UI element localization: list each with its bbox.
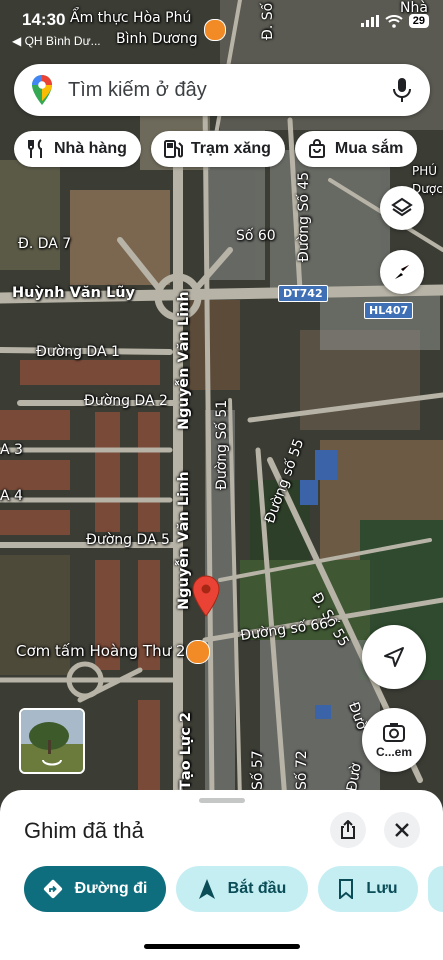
street-label: Nguyễn Văn Linh <box>176 291 192 430</box>
chip-label: Trạm xăng <box>190 140 271 157</box>
street-label: Huỳnh Văn Lũy <box>12 285 135 301</box>
navigation-arrow-icon <box>198 879 215 899</box>
google-maps-logo-icon <box>32 75 52 105</box>
layers-button[interactable] <box>380 186 424 230</box>
save-button[interactable]: Lưu <box>318 866 418 912</box>
close-button[interactable] <box>384 812 420 848</box>
status-time: 14:30 <box>22 10 66 29</box>
directions-button[interactable]: Đường đi <box>24 866 166 912</box>
wifi-icon <box>385 14 403 28</box>
save-label: Lưu <box>366 880 398 897</box>
street-label: Đường DA 1 <box>36 344 120 360</box>
gas-station-icon <box>163 140 183 158</box>
street-view-label: C...em <box>375 745 412 759</box>
signal-icon <box>360 15 379 27</box>
more-actions-peek[interactable] <box>428 866 443 912</box>
chip-restaurants[interactable]: Nhà hàng <box>14 131 141 167</box>
street-label: Đ. Số 6 <box>260 0 276 40</box>
chip-label: Mua sắm <box>334 140 404 157</box>
back-to-app-link[interactable]: ◀ QH Bình Dư... <box>12 34 101 48</box>
street-label: Số 60 <box>236 228 276 244</box>
street-label: Nguyễn Văn Linh <box>176 471 192 610</box>
street-view-photo <box>21 710 83 772</box>
chip-gas-stations[interactable]: Trạm xăng <box>150 131 285 167</box>
directions-icon <box>43 879 62 899</box>
chip-label: Nhà hàng <box>54 140 127 157</box>
street-label: Tạo Lực 2 <box>178 712 194 790</box>
dropped-pin-icon[interactable] <box>191 575 221 617</box>
route-shield: HL407 <box>364 302 414 319</box>
home-indicator[interactable] <box>144 944 300 949</box>
location-arrow-icon <box>384 647 404 667</box>
street-label: Đường DA 5 <box>86 532 170 548</box>
street-label: Đ. DA 7 <box>18 236 72 252</box>
restaurant-pin-icon[interactable] <box>204 19 226 41</box>
street-label: Đường Số 51 <box>214 399 230 490</box>
restaurant-pin-icon[interactable] <box>186 640 210 664</box>
poi-label[interactable]: Cơm tấm Hoàng Thư 2 <box>16 642 185 660</box>
status-icons: 29 <box>360 14 429 28</box>
place-sheet[interactable]: Ghim đã thả Đường đi Bắt đầu Lưu <box>0 790 443 960</box>
search-bar[interactable]: Tìm kiếm ở đây <box>14 64 430 116</box>
street-view-button[interactable]: C...em <box>362 708 426 772</box>
street-label: A 4 <box>0 488 23 504</box>
search-input[interactable]: Tìm kiếm ở đây <box>68 79 392 102</box>
compass-icon <box>395 265 409 279</box>
start-label: Bắt đầu <box>227 880 287 897</box>
camera-icon <box>383 723 405 742</box>
street-label: Số 57 <box>250 750 266 790</box>
poi-label[interactable]: Ẩm thực Hòa Phú <box>70 10 191 26</box>
battery-icon: 29 <box>408 14 429 28</box>
shopping-bag-icon <box>308 139 325 158</box>
street-label: Số 72 <box>294 750 310 790</box>
layers-icon <box>391 197 413 217</box>
street-view-thumbnail[interactable] <box>19 708 85 774</box>
directions-label: Đường đi <box>74 880 148 897</box>
close-icon <box>395 823 409 837</box>
compass-button[interactable] <box>380 250 424 294</box>
share-icon <box>341 820 355 839</box>
category-chips: Nhà hàng Trạm xăng Mua sắm <box>14 131 418 167</box>
street-label: Đường DA 2 <box>84 393 168 409</box>
street-label: Đường Số 45 <box>296 171 312 262</box>
sheet-drag-handle[interactable] <box>199 798 245 803</box>
route-shield: DT742 <box>278 285 328 302</box>
sheet-title: Ghim đã thả <box>24 818 144 843</box>
share-button[interactable] <box>330 812 366 848</box>
street-label: A 3 <box>0 442 23 458</box>
microphone-icon[interactable] <box>392 77 412 103</box>
fork-knife-icon <box>28 139 42 158</box>
bookmark-icon <box>339 879 354 899</box>
city-label: Bình Dương <box>116 31 198 47</box>
start-button[interactable]: Bắt đầu <box>176 866 308 912</box>
my-location-button[interactable] <box>362 625 426 689</box>
chip-shopping[interactable]: Mua sắm <box>294 131 418 167</box>
